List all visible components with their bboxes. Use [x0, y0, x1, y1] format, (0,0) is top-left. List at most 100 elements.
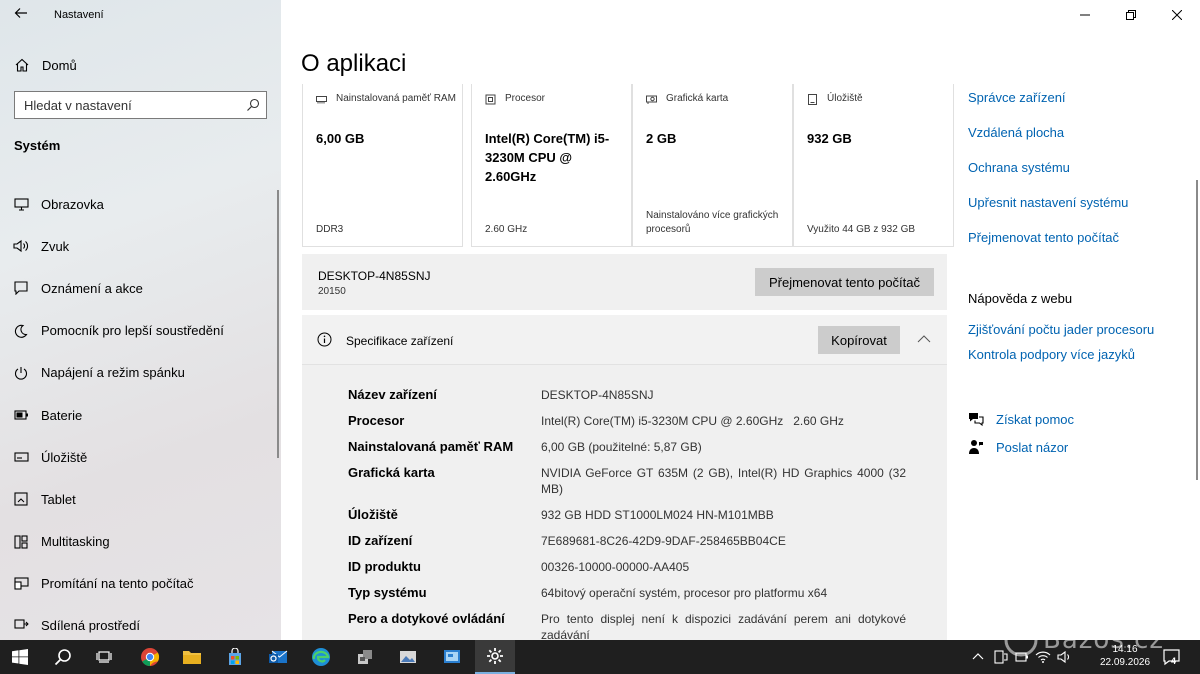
link-language-support[interactable]: Kontrola podpory více jazyků	[968, 346, 1154, 371]
title-bar: Nastavení	[0, 0, 281, 30]
spec-key: Grafická karta	[348, 465, 435, 480]
spec-key: Úložiště	[348, 507, 398, 522]
sidebar-nav: Obrazovka Zvuk Oznámení a akce Pomocník …	[0, 183, 281, 640]
spec-header[interactable]: Specifikace zařízení Kopírovat	[302, 315, 947, 365]
spec-value: NVIDIA GeForce GT 635M (2 GB), Intel(R) …	[541, 466, 906, 496]
taskbar-edge[interactable]	[301, 640, 341, 674]
spec-key: Procesor	[348, 413, 405, 428]
rename-pc-button[interactable]: Přejmenovat tento počítač	[755, 268, 934, 296]
spec-value: 6,00 GB (použitelné: 5,87 GB)	[541, 440, 702, 454]
restore-button[interactable]	[1108, 0, 1154, 30]
folder-icon	[183, 651, 201, 664]
help-chat-icon	[969, 413, 984, 427]
copy-button[interactable]: Kopírovat	[818, 326, 900, 354]
taskbar-store[interactable]	[215, 640, 255, 674]
notification-icon	[14, 281, 28, 296]
chevron-up-icon[interactable]	[972, 652, 984, 662]
main-scrollbar[interactable]	[1196, 180, 1198, 480]
card-header: Grafická karta	[666, 93, 729, 104]
summary-cards: Nainstalovaná paměť RAM 6,00 GB DDR3 Pro…	[302, 84, 954, 247]
spec-table: Název zařízení DESKTOP-4N85SNJ Procesor In…	[348, 387, 908, 640]
gear-icon	[487, 648, 503, 664]
watermark-circle-icon	[1004, 623, 1038, 657]
send-feedback-link[interactable]: Poslat názor	[968, 433, 1074, 461]
sidebar-item-sound[interactable]: Zvuk	[0, 225, 281, 267]
sidebar-item-label: Napájení a režim spánku	[41, 365, 185, 381]
spec-value: 00326-10000-00000-AA405	[541, 560, 690, 574]
storage-icon	[13, 452, 29, 462]
spec-key: Typ systému	[348, 585, 427, 600]
link-cpu-cores[interactable]: Zjišťování počtu jader procesoru	[968, 321, 1154, 346]
spec-key: Pero a dotykové ovládání	[348, 611, 505, 626]
link-device-manager[interactable]: Správce zařízení	[968, 89, 1188, 124]
minimize-button[interactable]	[1062, 0, 1108, 30]
taskbar-search-button[interactable]	[43, 640, 83, 674]
card-header: Nainstalovaná paměť RAM	[336, 93, 456, 104]
settings-search[interactable]	[14, 91, 267, 119]
spec-row: Grafická karta NVIDIA GeForce GT 635M (2 …	[348, 465, 908, 497]
link-remote-desktop[interactable]: Vzdálená plocha	[968, 124, 1188, 159]
back-button[interactable]	[10, 6, 32, 24]
close-button[interactable]	[1154, 0, 1200, 30]
sidebar-item-focus-assist[interactable]: Pomocník pro lepší soustředění	[0, 310, 281, 352]
search-input[interactable]	[15, 92, 235, 118]
card-footer: Využito 44 GB z 932 GB	[807, 224, 916, 235]
moon-icon	[14, 324, 28, 338]
battery-icon	[13, 410, 28, 420]
ram-icon	[316, 96, 327, 104]
sidebar-item-notifications[interactable]: Oznámení a akce	[0, 267, 281, 309]
taskbar-app-1[interactable]	[345, 640, 385, 674]
link-advanced-system-settings[interactable]: Upřesnit nastavení systému	[968, 194, 1188, 229]
task-view-icon	[96, 651, 112, 663]
spec-row: Úložiště 932 GB HDD ST1000LM024 HN-M101MB…	[348, 507, 908, 523]
card-storage: Úložiště 932 GB Využito 44 GB z 932 GB	[793, 84, 954, 247]
help-links: Zjišťování počtu jader procesoru Kontrol…	[968, 321, 1154, 371]
spec-row: Nainstalovaná paměť RAM 6,00 GB (použitel…	[348, 439, 908, 455]
support-links: Získat pomoc Poslat názor	[968, 405, 1074, 461]
taskbar-mail[interactable]	[258, 640, 298, 674]
cpu-icon	[485, 94, 496, 105]
feedback-icon	[969, 440, 983, 454]
page-title: O aplikaci	[301, 50, 407, 77]
monitor-icon	[13, 198, 29, 211]
spec-row: Typ systému 64bitový operační systém, pro…	[348, 585, 908, 601]
chevron-up-icon[interactable]	[916, 332, 932, 346]
sidebar-item-label: Sdílená prostředí	[41, 618, 141, 634]
spec-row: Název zařízení DESKTOP-4N85SNJ	[348, 387, 908, 403]
sidebar-item-label: Baterie	[41, 407, 83, 423]
windows-logo-icon	[12, 649, 28, 665]
taskbar-settings[interactable]	[475, 640, 515, 674]
sidebar-item-tablet[interactable]: Tablet	[0, 478, 281, 520]
sidebar-item-projection[interactable]: Promítání na tento počítač	[0, 563, 281, 605]
sidebar-item-battery[interactable]: Baterie	[0, 394, 281, 436]
get-help-link[interactable]: Získat pomoc	[968, 405, 1074, 433]
sidebar-item-label: Úložiště	[41, 449, 88, 465]
taskbar-chrome[interactable]	[130, 640, 170, 674]
sidebar-item-display[interactable]: Obrazovka	[0, 183, 281, 225]
taskbar-app-2[interactable]	[388, 640, 428, 674]
mail-icon	[269, 650, 288, 663]
store-icon	[229, 648, 241, 665]
sidebar-scrollbar[interactable]	[277, 190, 279, 458]
action-center-button[interactable]: 4	[1162, 648, 1182, 666]
spec-value: 932 GB HDD ST1000LM024 HN-M101MBB	[541, 508, 774, 522]
sidebar-item-home[interactable]: Domů	[14, 55, 77, 75]
link-rename-pc[interactable]: Přejmenovat tento počítač	[968, 229, 1188, 264]
search-icon[interactable]	[246, 98, 260, 112]
sidebar-item-power-sleep[interactable]: Napájení a režim spánku	[0, 352, 281, 394]
taskbar-app-3[interactable]	[432, 640, 472, 674]
picture-viewer-icon	[400, 651, 416, 663]
task-view-button[interactable]	[84, 640, 124, 674]
spec-key: ID zařízení	[348, 533, 413, 548]
projection-icon	[13, 577, 29, 590]
sidebar-item-label: Tablet	[41, 491, 76, 507]
link-system-protection[interactable]: Ochrana systému	[968, 159, 1188, 194]
sidebar-item-storage[interactable]: Úložiště	[0, 436, 281, 478]
info-icon	[317, 332, 332, 347]
spec-value: Intel(R) Core(TM) i5-3230M CPU @ 2.60GHz…	[541, 414, 844, 428]
taskbar-file-explorer[interactable]	[172, 640, 212, 674]
sidebar-item-shared-experiences[interactable]: Sdílená prostředí	[0, 605, 281, 640]
sidebar-item-multitasking[interactable]: Multitasking	[0, 521, 281, 563]
device-app-icon	[358, 650, 372, 664]
start-button[interactable]	[0, 640, 40, 674]
